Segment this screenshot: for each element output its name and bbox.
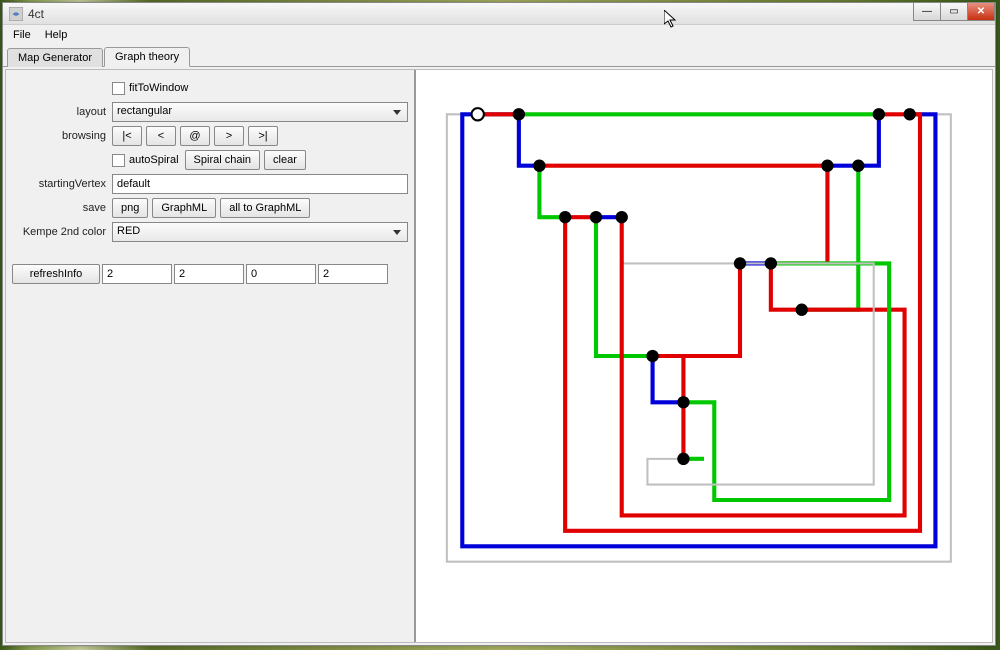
tabbar: Map Generator Graph theory xyxy=(3,45,995,67)
browse-prev-button[interactable]: < xyxy=(146,126,176,146)
auto-spiral-label: autoSpiral xyxy=(129,154,179,166)
vertex-10[interactable] xyxy=(734,257,746,269)
edge-blue-row2a xyxy=(519,114,540,165)
vertex-8[interactable] xyxy=(590,211,602,223)
browse-at-button[interactable]: @ xyxy=(180,126,210,146)
refresh-info-button[interactable]: refreshInfo xyxy=(12,264,100,284)
vertex-3[interactable] xyxy=(904,108,916,120)
vertex-6[interactable] xyxy=(852,160,864,172)
vertex-2[interactable] xyxy=(873,108,885,120)
layout-label: layout xyxy=(12,106,112,118)
vertex-15[interactable] xyxy=(677,453,689,465)
edge-red-v11v12 xyxy=(771,263,802,309)
tab-graph-theory[interactable]: Graph theory xyxy=(104,47,190,67)
controls-panel: fitToWindow layout rectangular browsing … xyxy=(6,70,416,642)
save-label: save xyxy=(12,202,112,214)
edge-red-long xyxy=(565,114,920,531)
browse-first-button[interactable]: |< xyxy=(112,126,142,146)
titlebar: 4ct — ▭ ✕ xyxy=(3,3,995,25)
save-all-graphml-button[interactable]: all to GraphML xyxy=(220,198,310,218)
info-field-1[interactable] xyxy=(102,264,172,284)
graph-svg xyxy=(416,70,992,642)
edge-blue-v13v14 xyxy=(653,356,684,402)
clear-button[interactable]: clear xyxy=(264,150,306,170)
spiral-chain-button[interactable]: Spiral chain xyxy=(185,150,260,170)
vertex-1[interactable] xyxy=(513,108,525,120)
vertex-5[interactable] xyxy=(821,160,833,172)
window-controls: — ▭ ✕ xyxy=(914,3,995,21)
close-button[interactable]: ✕ xyxy=(967,3,995,21)
edge-red-v10down xyxy=(683,263,740,356)
info-field-2[interactable] xyxy=(174,264,244,284)
edge-gray-outer xyxy=(447,114,951,561)
content-area: fitToWindow layout rectangular browsing … xyxy=(5,69,993,643)
edge-green-row3a xyxy=(539,166,565,217)
menu-help[interactable]: Help xyxy=(39,27,74,43)
kempe-select[interactable]: RED xyxy=(112,222,408,242)
layout-select[interactable]: rectangular xyxy=(112,102,408,122)
info-field-4[interactable] xyxy=(318,264,388,284)
browse-last-button[interactable]: >| xyxy=(248,126,278,146)
edge-red-rightcol xyxy=(771,166,828,264)
tab-map-generator[interactable]: Map Generator xyxy=(7,48,103,67)
edge-gray-mid xyxy=(622,217,740,263)
app-window: 4ct — ▭ ✕ File Help Map Generator Graph … xyxy=(2,2,996,646)
kempe-label: Kempe 2nd color xyxy=(12,226,112,238)
maximize-button[interactable]: ▭ xyxy=(940,3,968,21)
window-title: 4ct xyxy=(28,7,44,21)
vertex-7[interactable] xyxy=(559,211,571,223)
vertex-0[interactable] xyxy=(472,108,484,120)
menubar: File Help xyxy=(3,25,995,45)
save-graphml-button[interactable]: GraphML xyxy=(152,198,216,218)
browsing-label: browsing xyxy=(12,130,112,142)
graph-canvas[interactable] xyxy=(416,70,992,642)
java-icon xyxy=(9,7,23,21)
info-field-3[interactable] xyxy=(246,264,316,284)
vertex-14[interactable] xyxy=(677,396,689,408)
edge-green-rightcol xyxy=(802,166,859,310)
auto-spiral-checkbox[interactable] xyxy=(112,154,125,167)
starting-vertex-label: startingVertex xyxy=(12,178,112,190)
fit-to-window-label: fitToWindow xyxy=(129,82,188,94)
vertex-12[interactable] xyxy=(796,304,808,316)
vertex-4[interactable] xyxy=(533,160,545,172)
starting-vertex-input[interactable] xyxy=(112,174,408,194)
edge-blue-down-right xyxy=(858,114,879,165)
edge-green-v8v13 xyxy=(596,217,653,356)
vertex-9[interactable] xyxy=(616,211,628,223)
fit-to-window-checkbox[interactable] xyxy=(112,82,125,95)
edge-red-v13v14 xyxy=(653,356,684,402)
minimize-button[interactable]: — xyxy=(913,3,941,21)
edge-blue-outer xyxy=(462,114,935,546)
browse-next-button[interactable]: > xyxy=(214,126,244,146)
menu-file[interactable]: File xyxy=(7,27,37,43)
vertex-11[interactable] xyxy=(765,257,777,269)
save-png-button[interactable]: png xyxy=(112,198,148,218)
vertex-13[interactable] xyxy=(646,350,658,362)
